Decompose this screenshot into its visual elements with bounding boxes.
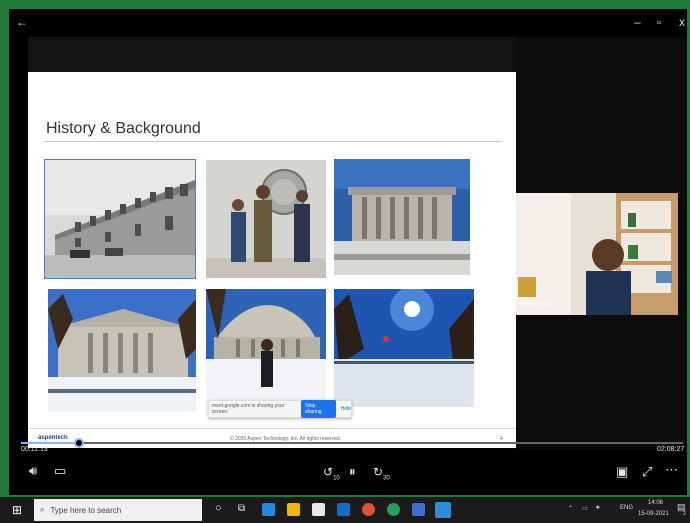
skip-back-button[interactable]: ↺10	[323, 465, 340, 485]
photo-campus-panorama	[48, 289, 196, 411]
close-button[interactable]: x	[679, 15, 685, 29]
network-icon[interactable]: ▭	[582, 505, 588, 512]
skip-back-label: 10	[333, 475, 340, 482]
skip-forward-button[interactable]: ↻30	[373, 465, 390, 485]
photo-building-black-white	[44, 159, 196, 279]
elapsed-time: 00:11:13	[21, 446, 48, 453]
word-icon[interactable]	[412, 503, 425, 516]
mail-icon[interactable]	[337, 503, 350, 516]
language-indicator[interactable]: ENG	[620, 505, 633, 511]
progress-track[interactable]	[21, 442, 683, 444]
more-options-icon[interactable]: ⋯	[665, 463, 678, 477]
pause-button[interactable]: ⏸︎	[349, 465, 356, 479]
miniplayer-icon[interactable]: ▣	[616, 465, 628, 479]
slide-top-band	[28, 37, 516, 72]
progress-fill	[21, 442, 79, 444]
start-windows-icon[interactable]: ⊞	[12, 503, 22, 517]
slide-footer: aspentech © 2020 Aspen Technology, Inc. …	[28, 428, 516, 448]
aspentech-logo: aspentech	[38, 435, 68, 441]
progress-handle[interactable]	[73, 438, 84, 448]
total-duration: 02:08:27	[657, 446, 685, 453]
clock-time[interactable]: 14:06	[648, 500, 663, 506]
slide-title: History & Background	[46, 120, 201, 137]
participant-name-label: Sunil Patil	[519, 301, 551, 308]
store-icon[interactable]	[312, 503, 325, 516]
captions-icon[interactable]: ▭	[54, 464, 66, 478]
photo-classical-building	[334, 159, 470, 275]
task-view-icon[interactable]: ⧉	[238, 503, 245, 514]
webcam-tile: Sunil Patil	[516, 193, 678, 315]
window-frame: ← – ▫ x History & Background meet.google…	[0, 0, 690, 523]
video-player[interactable]: ← – ▫ x History & Background meet.google…	[9, 9, 687, 495]
speaker-icon[interactable]: 🔊︎	[596, 505, 600, 512]
search-placeholder: Type here to search	[50, 505, 122, 515]
clock-date[interactable]: 15-09-2021	[638, 511, 669, 517]
tray-chevron-icon[interactable]: ⌃	[568, 505, 573, 512]
chrome-profile-icon[interactable]	[387, 503, 400, 516]
restore-button[interactable]: ▫	[657, 15, 661, 29]
photo-sun-over-campus	[334, 289, 474, 407]
photo-people-with-seal	[206, 160, 326, 278]
title-bar: ← – ▫ x	[9, 9, 687, 37]
hide-link[interactable]: Hide	[341, 406, 351, 412]
chrome-icon[interactable]	[362, 503, 375, 516]
skip-forward-label: 30	[383, 475, 390, 482]
title-divider	[44, 141, 502, 142]
file-explorer-icon[interactable]	[287, 503, 300, 516]
taskbar-search-input[interactable]: ⌕ Type here to search	[34, 499, 202, 521]
share-notice-text: meet.google.com is sharing your screen.	[212, 403, 285, 415]
stop-sharing-button[interactable]: Stop sharing	[301, 400, 336, 418]
cortana-icon[interactable]: ○	[215, 502, 222, 514]
windows-taskbar: ⊞ ⌕ Type here to search ○ ⧉ ⌃ ▭ 🔊︎ ENG 1…	[0, 497, 690, 523]
back-arrow-icon[interactable]: ←	[16, 15, 28, 29]
minimize-button[interactable]: –	[634, 15, 641, 29]
photo-person-in-snow	[206, 289, 326, 401]
notification-count: 2	[683, 511, 686, 517]
screen-share-notice: meet.google.com is sharing your screen. …	[208, 400, 352, 418]
search-icon: ⌕	[40, 505, 45, 514]
volume-icon[interactable]: 🔊︎	[29, 464, 37, 478]
presentation-slide: History & Background meet.google.com is …	[28, 72, 516, 448]
fullscreen-icon[interactable]: ⤢	[642, 465, 652, 479]
active-app-icon[interactable]	[435, 502, 451, 518]
edge-icon[interactable]	[262, 503, 275, 516]
